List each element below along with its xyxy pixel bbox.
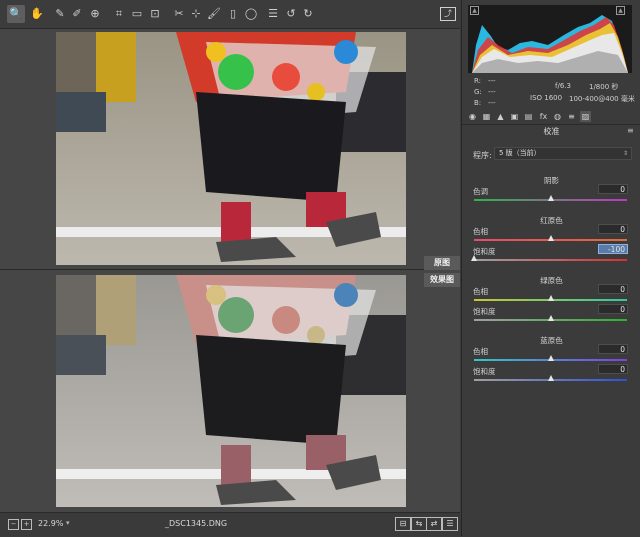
view-mode-button[interactable]: ⊟: [395, 517, 411, 531]
g-label: G:: [474, 88, 482, 96]
photo-before-image: [56, 32, 406, 265]
photo-before: [56, 32, 406, 265]
targeted-adjust-icon[interactable]: ⊕: [88, 7, 102, 21]
green-hue-value[interactable]: 0: [598, 284, 628, 294]
adjustment-panel: ▲ ▲ R: --- G: --- B: --- f/6.3 1/800 秒 I…: [461, 0, 640, 536]
red-saturation-value[interactable]: -100: [598, 244, 628, 254]
lens-focal-length: 100-400@400 毫米: [569, 95, 635, 103]
rotate-left-icon[interactable]: ↺: [284, 7, 298, 21]
before-label: 原图: [424, 256, 460, 270]
red-hue-thumb[interactable]: [547, 235, 554, 241]
tab-detail-icon[interactable]: ▲: [495, 111, 506, 122]
spot-removal-icon[interactable]: ✂: [172, 7, 186, 21]
photo-after: [56, 275, 406, 507]
green-saturation-value[interactable]: 0: [598, 304, 628, 314]
shadow-clipping-icon[interactable]: ▲: [470, 6, 479, 15]
section-title: 校准: [543, 127, 560, 136]
process-version-value: 5 版（当前）: [499, 149, 541, 157]
histogram: [468, 5, 632, 73]
red-saturation-slider[interactable]: [474, 259, 627, 261]
histogram-graph: [472, 15, 628, 73]
b-label: B:: [474, 99, 482, 107]
white-balance-icon[interactable]: ✎: [53, 7, 67, 21]
tab-tone-curve-icon[interactable]: ▦: [481, 111, 492, 122]
blue-hue-value[interactable]: 0: [598, 344, 628, 354]
straighten-icon[interactable]: ▭: [130, 7, 144, 21]
radial-filter-icon[interactable]: ◯: [244, 7, 258, 21]
tab-presets-icon[interactable]: ≡: [566, 111, 577, 122]
color-sampler-icon[interactable]: ✐: [70, 7, 84, 21]
red-hue-label: 色相: [473, 227, 488, 236]
iso: ISO 1600: [530, 94, 563, 102]
g-value: ---: [488, 88, 496, 96]
tab-effects-icon[interactable]: fx: [538, 111, 549, 122]
photo-after-image: [56, 275, 406, 507]
shadows-tint-label: 色调: [473, 187, 488, 196]
rotate-right-icon[interactable]: ↻: [301, 7, 315, 21]
green-saturation-thumb[interactable]: [547, 315, 554, 321]
tab-basic-icon[interactable]: ◉: [467, 111, 478, 122]
view-preferences-button[interactable]: ☰: [442, 517, 458, 531]
r-label: R:: [474, 77, 482, 85]
zoom-out-button[interactable]: −: [8, 519, 19, 530]
toolbar: 🔍 ✋ ✎ ✐ ⊕ ⌗ ▭ ⊡ ✂ ⊹ 🖌 ▯ ◯ ☰ ↺ ↻ ⤴: [0, 0, 460, 29]
green-hue-thumb[interactable]: [547, 295, 554, 301]
shutter-speed: 1/800 秒: [589, 83, 619, 91]
red-hue-value[interactable]: 0: [598, 224, 628, 234]
zoom-icon[interactable]: 🔍: [7, 5, 25, 23]
zoom-level: 22.9%: [38, 519, 64, 528]
zoom-dropdown-icon[interactable]: ▾: [66, 519, 74, 529]
blue-saturation-thumb[interactable]: [547, 375, 554, 381]
r-value: ---: [488, 77, 496, 85]
adjustment-brush-icon[interactable]: 🖌: [207, 7, 221, 21]
zoom-in-button[interactable]: +: [21, 519, 32, 530]
split-divider: [0, 269, 460, 270]
panel-menu-icon[interactable]: ≡: [627, 126, 634, 135]
copy-settings-button[interactable]: ⇄: [426, 517, 442, 531]
graduated-filter-icon[interactable]: ▯: [226, 7, 240, 21]
swap-settings-button[interactable]: ⇆: [411, 517, 427, 531]
green-hue-label: 色相: [473, 287, 488, 296]
panel-tabs: ◉ ▦ ▲ ▣ ▤ fx ◍ ≡ ▨: [462, 110, 640, 125]
tab-calibration-icon[interactable]: ▨: [580, 111, 591, 122]
status-bar: − + 22.9% ▾ _DSC1345.DNG ⊟ ⇆ ⇄ ☰: [0, 512, 460, 537]
process-version-select[interactable]: 5 版（当前） ⇕: [494, 147, 632, 160]
image-canvas: 原图 效果图: [0, 29, 460, 512]
blue-hue-thumb[interactable]: [547, 355, 554, 361]
tab-lens-icon[interactable]: ◍: [552, 111, 563, 122]
red-eye-icon[interactable]: ⊹: [189, 7, 203, 21]
process-label: 程序:: [473, 151, 492, 160]
highlight-clipping-icon[interactable]: ▲: [616, 6, 625, 15]
green-saturation-label: 饱和度: [473, 307, 496, 316]
crop-icon[interactable]: ⌗: [112, 7, 126, 21]
shadows-tint-value[interactable]: 0: [598, 184, 628, 194]
red-saturation-thumb[interactable]: [471, 255, 477, 261]
tab-hsl-icon[interactable]: ▣: [509, 111, 520, 122]
open-dialog-icon[interactable]: ⤴: [440, 7, 456, 21]
transform-icon[interactable]: ⊡: [148, 7, 162, 21]
tab-split-toning-icon[interactable]: ▤: [523, 111, 534, 122]
shadows-tint-thumb[interactable]: [547, 195, 554, 201]
chevron-updown-icon: ⇕: [622, 150, 628, 157]
b-value: ---: [488, 99, 496, 107]
preferences-icon[interactable]: ☰: [266, 7, 280, 21]
hand-icon[interactable]: ✋: [30, 7, 44, 21]
blue-saturation-label: 饱和度: [473, 367, 496, 376]
file-name: _DSC1345.DNG: [165, 519, 228, 528]
blue-saturation-value[interactable]: 0: [598, 364, 628, 374]
after-label: 效果图: [424, 273, 460, 287]
aperture: f/6.3: [555, 82, 571, 90]
blue-hue-label: 色相: [473, 347, 488, 356]
